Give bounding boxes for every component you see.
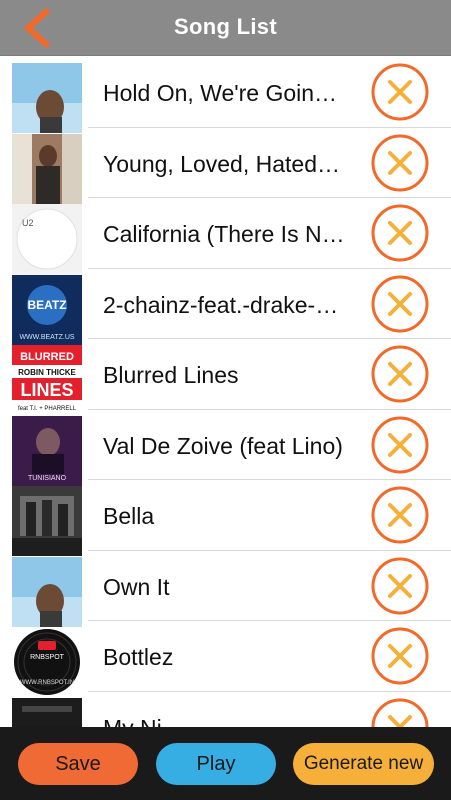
remove-song-button[interactable] — [371, 416, 429, 474]
art-text-u2: U2 — [22, 218, 34, 228]
art-text-beatz: BEATZ — [27, 298, 66, 312]
remove-song-button[interactable] — [371, 204, 429, 262]
remove-x-icon — [371, 416, 429, 473]
list-item[interactable]: My Ni… — [0, 692, 451, 728]
list-item[interactable]: BLURRED ROBIN THICKE LINES feat T.I. + P… — [0, 339, 451, 415]
song-title: Bottlez — [103, 644, 174, 670]
list-item[interactable]: Bella — [0, 480, 451, 556]
remove-song-button[interactable] — [371, 486, 429, 544]
save-button[interactable]: Save — [18, 743, 138, 785]
album-art: U2 — [12, 204, 82, 274]
album-art — [12, 556, 82, 627]
remove-x-icon — [371, 698, 429, 727]
header-bar: Song List — [0, 0, 451, 56]
list-item[interactable]: TUNISIANO Val De Zoive (feat Lino) — [0, 410, 451, 486]
remove-x-icon — [371, 134, 429, 191]
remove-x-icon — [371, 486, 429, 544]
list-item[interactable]: Young, Loved, Hated… — [0, 128, 451, 204]
art-text-blurred: BLURRED — [20, 351, 74, 363]
remove-x-icon — [371, 204, 429, 262]
album-art: RNBSPOT WWW.RNBSPOT.IN — [12, 627, 82, 697]
remove-song-button[interactable] — [371, 345, 429, 403]
generate-new-button[interactable]: Generate new — [293, 743, 434, 785]
remove-x-icon — [371, 627, 429, 685]
remove-x-icon — [371, 345, 429, 403]
remove-song-button[interactable] — [371, 275, 429, 333]
list-item[interactable]: Own It — [0, 551, 451, 627]
list-item[interactable]: U2 California (There Is N… — [0, 198, 451, 274]
remove-song-button[interactable] — [371, 134, 429, 192]
page-title: Song List — [174, 14, 277, 39]
song-title: Hold On, We're Goin… — [103, 80, 338, 106]
list-item[interactable]: Hold On, We're Goin… — [0, 57, 451, 133]
album-art — [12, 133, 82, 204]
remove-song-button[interactable] — [371, 698, 429, 727]
song-title: 2-chainz-feat.-drake-… — [103, 291, 339, 318]
song-title: Bella — [103, 503, 155, 529]
remove-x-icon — [371, 557, 429, 614]
art-text-rnbspot: RNBSPOT — [30, 654, 65, 661]
remove-x-icon — [371, 63, 429, 121]
play-button[interactable]: Play — [156, 743, 276, 785]
song-title: Val De Zoive (feat Lino) — [103, 432, 343, 459]
remove-song-button[interactable] — [371, 627, 429, 685]
remove-song-button[interactable] — [371, 63, 429, 121]
art-text-robin: ROBIN THICKE — [18, 368, 76, 377]
album-art — [12, 63, 82, 133]
album-art: BLURRED ROBIN THICKE LINES feat T.I. + P… — [12, 345, 82, 415]
art-text-rnbspot-url: WWW.RNBSPOT.IN — [20, 680, 74, 686]
song-title: Own It — [103, 573, 170, 600]
list-item[interactable]: RNBSPOT WWW.RNBSPOT.IN Bottlez — [0, 621, 451, 697]
song-title: Young, Loved, Hated… — [103, 150, 340, 177]
album-art — [12, 486, 82, 556]
album-art: TUNISIANO — [12, 415, 82, 486]
art-text-lines: LINES — [20, 380, 73, 400]
remove-x-icon — [371, 275, 429, 332]
song-title: My Ni… — [103, 692, 365, 728]
song-title: Blurred Lines — [103, 362, 239, 388]
album-art: BEATZ WWW.BEATZ.US — [12, 274, 82, 345]
album-art — [12, 697, 82, 727]
remove-song-button[interactable] — [371, 557, 429, 615]
song-list[interactable]: Hold On, We're Goin… Young, Loved, Hated… — [0, 57, 451, 727]
footer-toolbar: Save Play Generate new — [0, 727, 451, 800]
list-item[interactable]: BEATZ WWW.BEATZ.US 2-chainz-feat.-drake-… — [0, 269, 451, 345]
song-title: California (There Is N… — [103, 221, 345, 247]
